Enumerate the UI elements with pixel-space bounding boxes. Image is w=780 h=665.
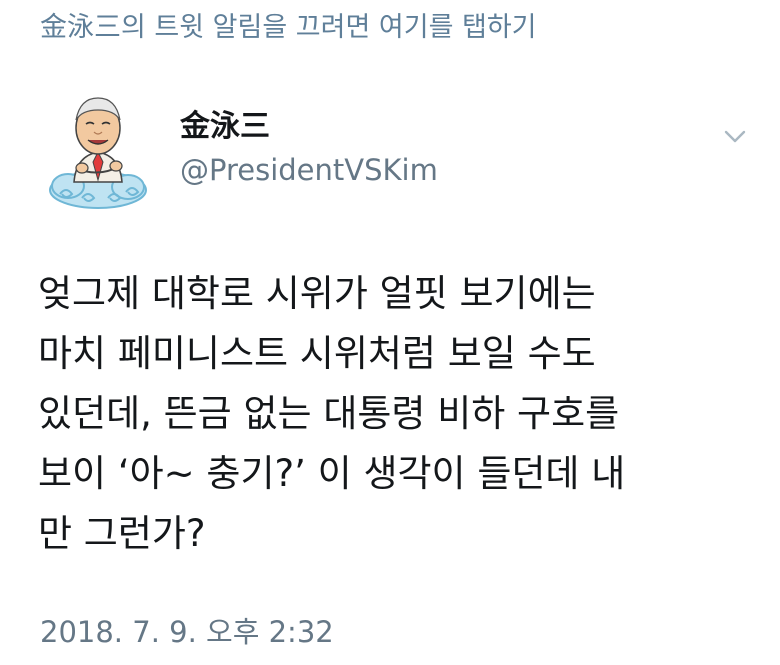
user-handle[interactable]: @PresidentVSKim [180,150,438,190]
avatar-illustration [49,97,147,209]
chevron-down-icon[interactable] [720,124,750,148]
tweet-timestamp[interactable]: 2018. 7. 9. 오후 2:32 [40,612,334,652]
tweet-text-line: 마치 페미니스트 시위처럼 보일 수도 [38,332,596,375]
tweet-header: 金泳三 @PresidentVSKim [0,90,780,230]
avatar[interactable] [46,90,150,214]
user-info[interactable]: 金泳三 @PresidentVSKim [180,108,438,190]
tweet-text-line: 엊그제 대학로 시위가 얼핏 보기에는 [38,272,596,315]
tweet-text-line: 있던데, 뜬금 없는 대통령 비하 구호를 [38,392,620,435]
display-name[interactable]: 金泳三 [180,108,438,146]
tweet-text-line: 만 그런가? [38,512,206,555]
tweet-text: 엊그제 대학로 시위가 얼핏 보기에는 마치 페미니스트 시위처럼 보일 수도 … [38,264,758,564]
tweet-text-line: 보이 ‘아~ 충기?’ 이 생각이 들던데 내 [38,452,626,495]
notification-banner[interactable]: 金泳三의 트윗 알림을 끄려면 여기를 탭하기 [40,8,537,48]
